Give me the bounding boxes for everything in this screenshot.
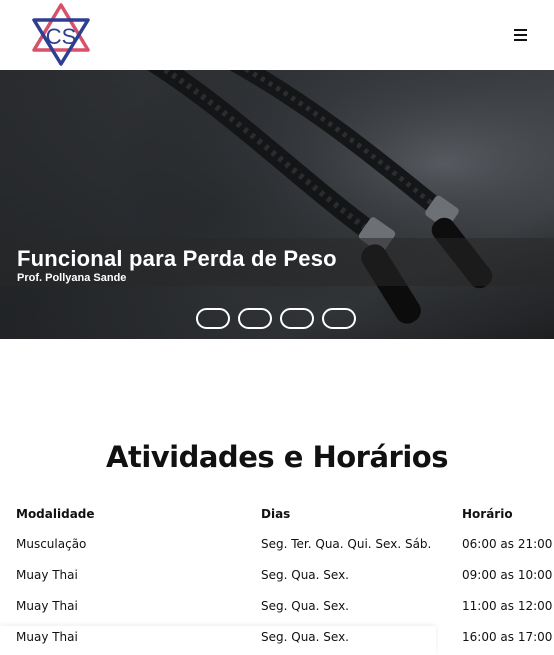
table-row: Muay Thai Seg. Qua. Sex. 09:00 as 10:00 [0, 559, 554, 590]
cell-dias: Seg. Qua. Sex. [261, 567, 349, 582]
hero-subtitle: Prof. Pollyana Sande [17, 272, 127, 284]
hamburger-menu-icon[interactable] [510, 26, 532, 44]
star-of-david-logo-icon: CS [32, 3, 90, 66]
carousel-indicator-1[interactable] [196, 308, 230, 329]
schedule-table: Modalidade Dias Horário Musculação Seg. … [0, 500, 554, 652]
cell-horario: 09:00 as 10:00 [462, 567, 553, 582]
carousel-indicator-4[interactable] [322, 308, 356, 329]
carousel-indicator-2[interactable] [238, 308, 272, 329]
cell-dias: Seg. Qua. Sex. [261, 629, 349, 644]
cell-modalidade: Musculação [16, 536, 87, 551]
cell-modalidade: Muay Thai [16, 598, 78, 613]
schedule-section-title: Atividades e Horários [106, 440, 448, 474]
hero-background-image [0, 70, 554, 339]
table-header-row: Modalidade Dias Horário [0, 500, 554, 528]
carousel-indicator-3[interactable] [280, 308, 314, 329]
cell-horario: 06:00 as 21:00 [462, 536, 553, 551]
cell-horario: 16:00 as 17:00 [462, 629, 553, 644]
table-row: Muay Thai Seg. Qua. Sex. 16:00 as 17:00 [0, 621, 554, 652]
cell-modalidade: Muay Thai [16, 567, 78, 582]
logo[interactable]: CS [30, 3, 92, 67]
table-row: Musculação Seg. Ter. Qua. Qui. Sex. Sáb.… [0, 528, 554, 559]
carousel-indicators [196, 308, 356, 330]
column-header-modalidade: Modalidade [16, 507, 95, 521]
table-row: Muay Thai Seg. Qua. Sex. 11:00 as 12:00 [0, 590, 554, 621]
cell-dias: Seg. Ter. Qua. Qui. Sex. Sáb. [261, 536, 432, 551]
cell-modalidade: Muay Thai [16, 629, 78, 644]
hero-carousel[interactable]: Funcional para Perda de Peso Prof. Polly… [0, 70, 554, 339]
column-header-dias: Dias [261, 507, 291, 521]
logo-text: CS [46, 24, 77, 49]
hero-title: Funcional para Perda de Peso [17, 246, 337, 271]
column-header-horario: Horário [462, 507, 513, 521]
cell-dias: Seg. Qua. Sex. [261, 598, 349, 613]
cell-horario: 11:00 as 12:00 [462, 598, 553, 613]
site-header: CS [0, 0, 554, 70]
